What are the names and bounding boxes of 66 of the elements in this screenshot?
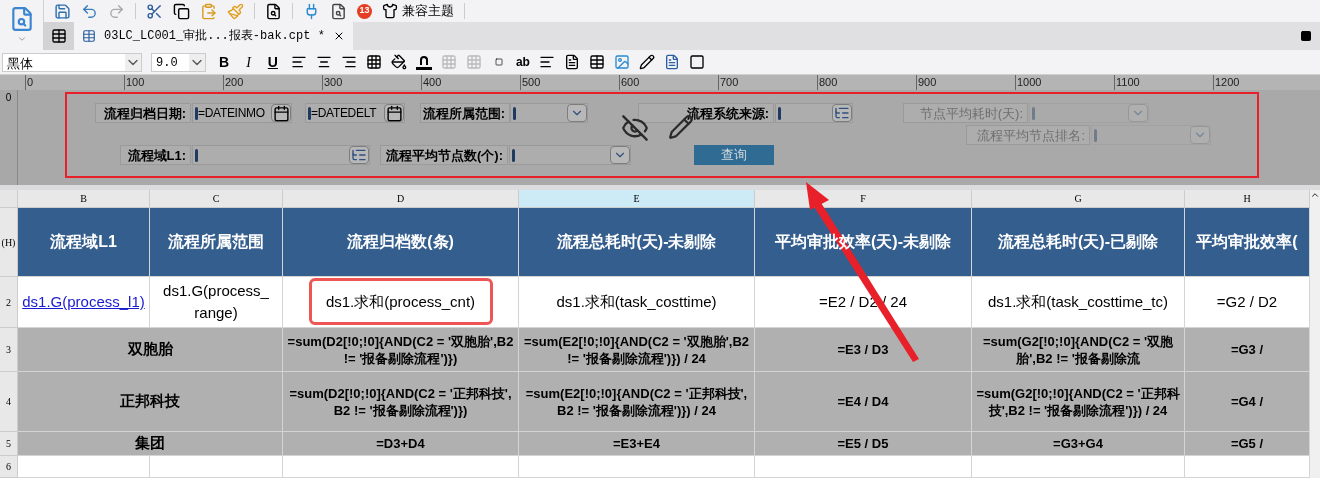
formula-cell: =sum(G2[!0;!0]{AND(C2 = '正邦科技',B2 != '报备剔除流程')}) / 24: [972, 372, 1185, 432]
column-header[interactable]: E: [519, 190, 755, 208]
column-header[interactable]: B: [18, 190, 150, 208]
table-cell: ds1.求和(process_cnt): [283, 277, 519, 328]
theme-button[interactable]: 兼容主题: [382, 1, 454, 21]
formula-cell: =sum(G2[!0;!0]{AND(C2 = '双胞胎',B2 != '报备剔除流: [972, 328, 1185, 372]
underline-button[interactable]: U: [263, 51, 282, 73]
formula-cell: =sum(D2[!0;!0]{AND(C2 = '双胞胎',B2 != '报备剔除流程')}): [283, 328, 519, 372]
column-header[interactable]: D: [283, 190, 519, 208]
param-label: 节点平均耗时(天):: [903, 103, 1028, 123]
param-label: 流程所属范围:: [420, 103, 510, 123]
file-tab[interactable]: 03LC_LC001_审批...报表-bak.cpt *: [74, 22, 353, 50]
formula-cell: =E3 / D3: [755, 328, 972, 372]
formula-cell: =sum(D2[!0;!0]{AND(C2 = '正邦科技',B2 != '报备剔除流程')}): [283, 372, 519, 432]
group-cell: 集团: [18, 432, 283, 456]
field-value: =DATEDELT: [311, 105, 378, 122]
field-value: =DATEINMO: [198, 105, 266, 122]
group-cell: 正邦科技: [18, 372, 283, 432]
header-cell: 平均审批效率(: [1185, 208, 1310, 277]
column-header[interactable]: G: [972, 190, 1185, 208]
row-header[interactable]: 2: [0, 277, 18, 328]
formula-cell: =E3+E4: [519, 432, 755, 456]
tab-label: 03LC_LC001_审批...报表-bak.cpt *: [104, 28, 325, 45]
column-header[interactable]: C: [150, 190, 283, 208]
vertical-ruler: 0: [0, 90, 18, 185]
formula-cell: =D3+D4: [283, 432, 519, 456]
header-cell: 流程归档数(条): [283, 208, 519, 277]
table-cell: =G2 / D2: [1185, 277, 1310, 328]
formula-cell: =G3 /: [1185, 328, 1310, 372]
param-label: 流程归档日期:: [95, 103, 191, 123]
formula-cell: =sum(E2[!0;!0]{AND(C2 = '双胞胎',B2 != '报备剔除流程')}) / 24: [519, 328, 755, 372]
notification-badge[interactable]: 13: [357, 3, 372, 19]
group-cell: 双胞胎: [18, 328, 283, 372]
formula-cell: =E5 / D5: [755, 432, 972, 456]
formula-cell: =G4 /: [1185, 372, 1310, 432]
date-field[interactable]: =DATEINMO: [192, 103, 292, 123]
formula-cell: =E4 / D4: [755, 372, 972, 432]
row-header[interactable]: 6: [0, 456, 18, 478]
bold-button[interactable]: B: [215, 51, 234, 73]
cell-link[interactable]: ds1.G(process_l1): [22, 290, 145, 314]
size-select[interactable]: 9.0: [151, 52, 206, 72]
italic-button[interactable]: I: [242, 51, 255, 73]
column-header[interactable]: H: [1185, 190, 1310, 208]
date-field[interactable]: =DATEDELT: [305, 103, 405, 123]
formula-cell: =sum(E2[!0;!0]{AND(C2 = '正邦科技',B2 != '报备剔除流程')}) / 24: [519, 372, 755, 432]
table-cell: ds1.G(process_ range): [150, 277, 283, 328]
row-header[interactable]: 3: [0, 328, 18, 372]
formula-cell: =G5 /: [1185, 432, 1310, 456]
param-label: 流程平均节点排名:: [966, 125, 1090, 145]
header-cell: 流程域L1: [18, 208, 150, 277]
table-cell: ds1.求和(task_costtime): [519, 277, 755, 328]
row-header[interactable]: 5: [0, 432, 18, 456]
column-header[interactable]: F: [755, 190, 972, 208]
row-header[interactable]: (H): [0, 208, 18, 277]
row-header[interactable]: 4: [0, 372, 18, 432]
text-tool-button[interactable]: ab: [515, 53, 530, 71]
header-cell: 流程总耗时(天)-未剔除: [519, 208, 755, 277]
param-label: 流程平均节点数(个):: [380, 145, 508, 165]
header-cell: 流程所属范围: [150, 208, 283, 277]
table-cell: ds1.求和(task_costtime_tc): [972, 277, 1185, 328]
font-select[interactable]: 黑体: [2, 52, 142, 72]
header-cell: 流程总耗时(天)-已剔除: [972, 208, 1185, 277]
query-button[interactable]: 查询: [694, 145, 774, 165]
param-label: 流程系统来源:: [638, 103, 774, 123]
param-label: 流程域L1:: [120, 145, 191, 165]
formula-cell: =G3+G4: [972, 432, 1185, 456]
